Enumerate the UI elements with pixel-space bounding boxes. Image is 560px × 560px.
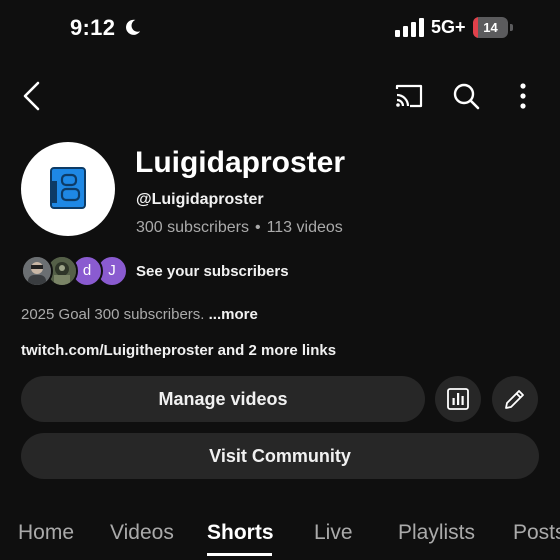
channel-handle: @Luigidaproster <box>136 191 264 208</box>
status-bar: 9:12 5G+ 14 <box>0 0 560 56</box>
tab-home[interactable]: Home <box>18 521 74 545</box>
separator-dot: • <box>254 219 261 236</box>
channel-description[interactable]: 2025 Goal 300 subscribers. ...more <box>21 306 258 323</box>
edit-button[interactable] <box>492 376 538 422</box>
visit-community-button[interactable]: Visit Community <box>21 433 539 479</box>
tab-videos[interactable]: Videos <box>110 521 174 545</box>
channel-tabs: Home Videos Shorts Live Playlists Posts <box>0 505 560 560</box>
battery-body: 14 <box>473 17 508 38</box>
description-more[interactable]: ...more <box>209 306 258 323</box>
channel-avatar[interactable] <box>21 142 115 236</box>
moon-icon <box>126 19 141 35</box>
subscriber-avatar <box>21 255 53 287</box>
battery-cap <box>510 24 513 31</box>
battery-icon: 14 <box>473 17 513 38</box>
edit-pencil-icon <box>505 390 524 409</box>
back-icon[interactable] <box>18 80 46 112</box>
analytics-icon <box>447 388 469 410</box>
channel-stats: 300 subscribers • 113 videos <box>136 219 343 237</box>
tab-shorts[interactable]: Shorts <box>207 521 274 545</box>
signal-icon <box>395 18 424 37</box>
battery-level: 14 <box>483 20 498 35</box>
channel-name: Luigidaproster <box>135 146 346 179</box>
status-time: 9:12 <box>70 15 116 40</box>
search-icon[interactable] <box>452 82 480 110</box>
video-count: 113 videos <box>266 219 343 236</box>
tab-live[interactable]: Live <box>314 521 353 545</box>
cast-icon[interactable] <box>394 82 424 110</box>
description-text: 2025 Goal 300 subscribers. <box>21 306 205 323</box>
more-vert-icon[interactable] <box>512 82 534 110</box>
analytics-button[interactable] <box>435 376 481 422</box>
tab-posts[interactable]: Posts <box>513 521 560 545</box>
channel-links[interactable]: twitch.com/Luigitheproster and 2 more li… <box>21 342 336 359</box>
channel-logo-icon <box>50 167 86 209</box>
network-type: 5G+ <box>431 17 466 37</box>
manage-videos-button[interactable]: Manage videos <box>21 376 425 422</box>
active-tab-indicator <box>207 553 272 556</box>
see-subscribers-link[interactable]: See your subscribers <box>136 263 289 280</box>
subscriber-avatars[interactable]: d J <box>21 255 128 287</box>
tab-playlists[interactable]: Playlists <box>398 521 475 545</box>
subscriber-count: 300 subscribers <box>136 219 249 236</box>
